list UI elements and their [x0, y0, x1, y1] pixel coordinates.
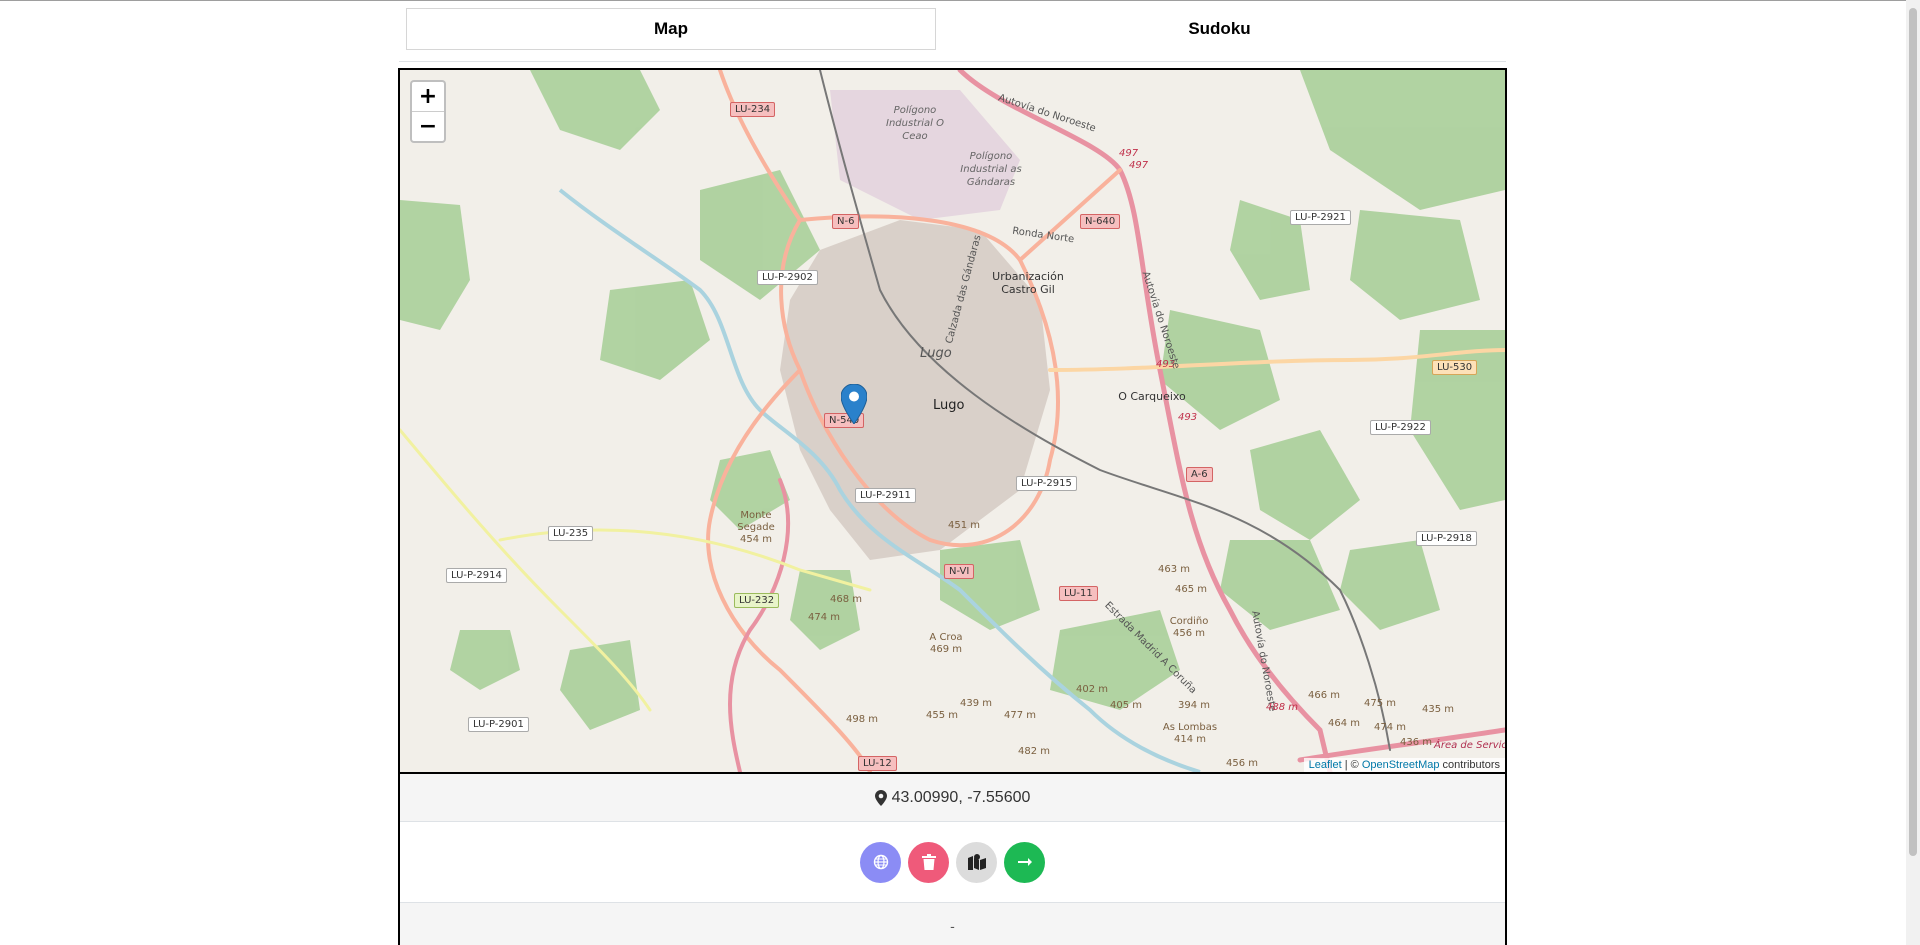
elevation-label: 439 m	[960, 698, 993, 709]
delete-button[interactable]	[908, 841, 949, 883]
place-label: O Carqueixo	[1118, 390, 1186, 403]
footer-bar: -	[400, 902, 1505, 945]
place-label: Polígono Industrial O Ceao	[886, 105, 944, 142]
elevation-label: 436 m	[1400, 737, 1433, 748]
map-view[interactable]: LU-234 N-6 N-640 LU-P-2902 LU-P-2921 LU-…	[400, 70, 1505, 772]
map-marker-icon[interactable]	[841, 384, 867, 424]
leaflet-link[interactable]: Leaflet	[1309, 759, 1342, 771]
scrollbar-thumb[interactable]	[1909, 8, 1917, 856]
elevation-label: 465 m	[1175, 584, 1208, 595]
elevation-label: 482 m	[1018, 746, 1051, 757]
openstreetmap-link[interactable]: OpenStreetMap	[1362, 759, 1440, 771]
elevation-label: 402 m	[1076, 684, 1109, 695]
road-shield: LU-12	[858, 756, 897, 771]
zoom-in-button[interactable]: +	[412, 82, 444, 111]
coordinates-text: 43.00990, -7.55600	[891, 788, 1031, 806]
footer-text: -	[950, 917, 955, 934]
place-label: Urbanización Castro Gil	[992, 270, 1064, 296]
window-top-border	[0, 0, 1920, 1]
globe-icon	[873, 854, 888, 870]
road-shield: LU-232	[734, 593, 780, 608]
map-button[interactable]	[956, 841, 997, 883]
trash-icon	[921, 854, 936, 870]
arrow-right-icon	[1017, 858, 1032, 866]
action-buttons	[400, 822, 1505, 902]
globe-button[interactable]	[860, 841, 901, 883]
elevation-label: 394 m	[1178, 700, 1211, 711]
page-scrollbar[interactable]	[1906, 0, 1920, 945]
city-label: Lugo	[920, 346, 952, 361]
map-icon	[967, 854, 986, 870]
elevation-label: 463 m	[1158, 564, 1191, 575]
peak-label: A Croa 469 m	[929, 632, 963, 655]
road-shield: LU-P-2901	[468, 717, 529, 732]
elevation-label: 477 m	[1004, 710, 1037, 721]
road-shield: LU-P-2914	[446, 568, 507, 583]
road-shield: LU-P-2911	[855, 488, 916, 503]
road-shield: N-640	[1080, 214, 1121, 229]
peak-label: As Lombas 414 m	[1162, 722, 1218, 745]
map-panel: LU-234 N-6 N-640 LU-P-2902 LU-P-2921 LU-…	[398, 68, 1507, 945]
map-tiles	[400, 70, 1505, 772]
zoom-control: + −	[410, 80, 446, 143]
elevation-label: 498 m	[846, 714, 879, 725]
elevation-label: 474 m	[808, 612, 841, 623]
road-shield: LU-P-2918	[1416, 531, 1477, 546]
peak-label: Cordiño 456 m	[1169, 616, 1209, 639]
road-shield: LU-11	[1059, 586, 1098, 601]
road-shield: LU-P-2922	[1370, 420, 1431, 435]
map-attribution: Leaflet | © OpenStreetMap contributors	[1303, 758, 1505, 772]
road-shield: N-6	[832, 214, 860, 229]
map-marker-icon	[874, 789, 887, 806]
road-ref: 497	[1119, 148, 1139, 159]
road-ref: 493	[1178, 412, 1198, 423]
elevation-label: 468 m	[830, 594, 863, 605]
attribution-separator: | ©	[1341, 759, 1362, 771]
tab-bar: Map Sudoku	[399, 8, 1506, 62]
road-shield: N-VI	[944, 564, 975, 579]
elevation-label: 475 m	[1364, 698, 1397, 709]
elevation-label: 488 m	[1266, 702, 1299, 713]
elevation-label: 466 m	[1308, 690, 1341, 701]
road-shield: LU-235	[548, 526, 594, 541]
road-shield: A-6	[1186, 467, 1213, 482]
road-shield: LU-P-2921	[1290, 210, 1351, 225]
elevation-label: 451 m	[948, 520, 981, 531]
attribution-suffix: contributors	[1439, 759, 1500, 771]
elevation-label: 455 m	[926, 710, 959, 721]
road-shield: LU-P-2915	[1016, 476, 1077, 491]
road-shield: LU-530	[1432, 360, 1478, 375]
tab-map[interactable]: Map	[406, 8, 936, 50]
next-button[interactable]	[1004, 841, 1045, 883]
road-ref: 497	[1129, 160, 1149, 171]
road-shield: LU-234	[730, 102, 776, 117]
elevation-label: 435 m	[1422, 704, 1455, 715]
peak-label: Monte Segade 454 m	[737, 510, 775, 545]
elevation-label: 464 m	[1328, 718, 1361, 729]
place-label: Polígono Industrial as Gándaras	[960, 151, 1022, 188]
tab-sudoku[interactable]: Sudoku	[943, 8, 1496, 50]
zoom-out-button[interactable]: −	[412, 111, 444, 141]
elevation-label: 474 m	[1374, 722, 1407, 733]
city-label: Lugo	[933, 398, 965, 413]
elevation-label: 456 m	[1226, 758, 1259, 769]
road-shield: LU-P-2902	[757, 270, 818, 285]
elevation-label: 405 m	[1110, 700, 1143, 711]
location-bar: 43.00990, -7.55600	[400, 772, 1505, 822]
place-label: Área de Servicio	[1434, 740, 1505, 751]
